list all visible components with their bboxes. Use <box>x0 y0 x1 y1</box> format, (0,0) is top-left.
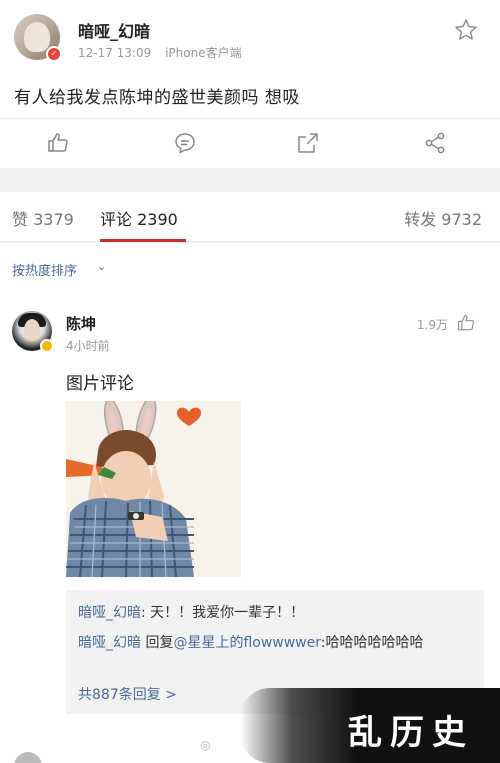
more-replies-link[interactable]: 共887条回复 > <box>78 684 177 704</box>
verified-badge-icon <box>40 339 54 353</box>
chevron-down-icon[interactable]: ⌄ <box>97 260 106 273</box>
mention-link[interactable]: @星星上的flowwwwer <box>173 635 320 651</box>
comment-text: 图片评论 <box>66 374 134 394</box>
comment-icon[interactable] <box>173 131 197 155</box>
thumb-up-icon[interactable] <box>456 313 476 333</box>
share-out-icon[interactable] <box>296 131 320 155</box>
reply-author[interactable]: 暗哑_幻暗 <box>78 605 141 621</box>
post-username[interactable]: 暗哑_幻暗 <box>78 18 150 42</box>
weibo-watermark-icon: ◎ <box>200 738 211 752</box>
tab-bar: 赞 3379 评论 2390 转发 9732 <box>0 192 500 242</box>
thumb-up-icon[interactable] <box>46 131 70 155</box>
post-text: 有人给我发点陈坤的盛世美颜吗 想吸 <box>14 88 300 108</box>
reply-item[interactable]: 暗哑_幻暗 回复@星星上的flowwwwer:哈哈哈哈哈哈哈 <box>78 632 474 654</box>
post-source: iPhone客户端 <box>165 46 242 60</box>
action-bar <box>0 118 500 166</box>
tab-reposts[interactable]: 转发 9732 <box>404 206 482 230</box>
tab-likes[interactable]: 赞 3379 <box>12 206 74 230</box>
commenter-name[interactable]: 陈坤 <box>66 313 96 334</box>
reply-text: :哈哈哈哈哈哈哈 <box>320 635 424 651</box>
reply-item[interactable]: 暗哑_幻暗: 天！！我爱你一辈子！！ <box>78 602 474 624</box>
post-meta: 12-17 13:09 iPhone客户端 <box>78 44 242 61</box>
tab-comments[interactable]: 评论 2390 <box>100 206 178 230</box>
site-watermark: 乱历史 <box>348 713 474 753</box>
share-icon[interactable] <box>423 131 447 155</box>
sort-label[interactable]: 按热度排序 <box>12 260 77 279</box>
section-gap <box>0 168 500 192</box>
vip-badge-icon: ✓ <box>46 46 62 62</box>
comment-time: 4小时前 <box>66 339 110 353</box>
star-icon[interactable] <box>454 18 478 42</box>
comment-like-count: 1.9万 <box>416 318 448 332</box>
active-tab-indicator <box>100 239 186 242</box>
reply-text: 天！！我爱你一辈子！！ <box>150 605 305 621</box>
reply-author[interactable]: 暗哑_幻暗 <box>78 635 141 651</box>
comment-image[interactable] <box>66 401 241 577</box>
post-time: 12-17 13:09 <box>78 46 152 60</box>
sort-bar: 按热度排序 ⌄ <box>0 243 500 293</box>
post-card: ✓ 暗哑_幻暗 12-17 13:09 iPhone客户端 有人给我发点陈坤的盛… <box>0 0 500 168</box>
